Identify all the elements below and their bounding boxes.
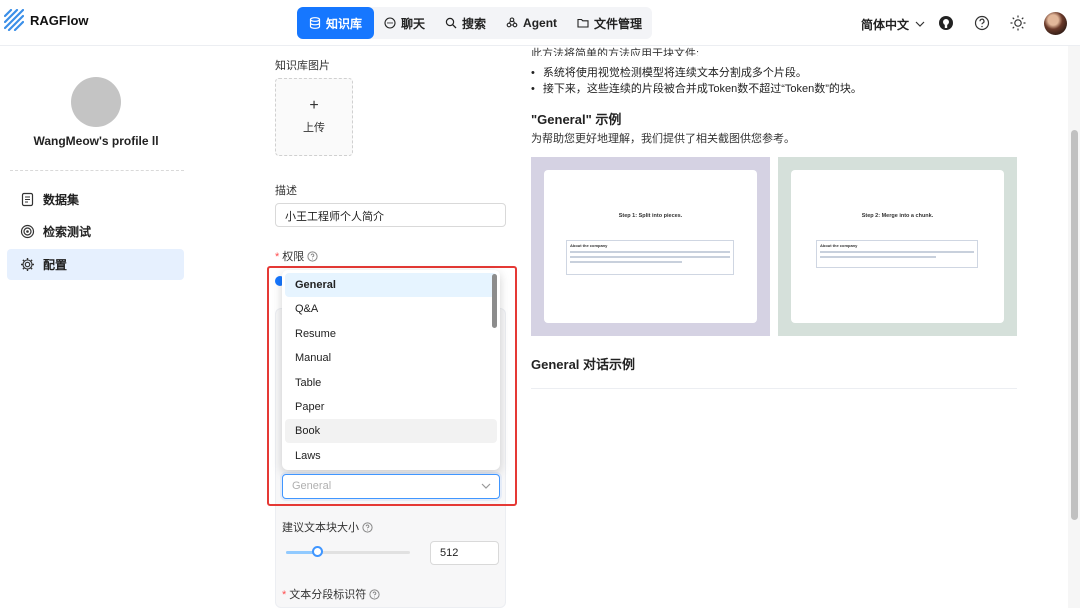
help-icon (369, 589, 380, 600)
dropdown-option-manual[interactable]: Manual (285, 346, 497, 370)
bullet-item: 接下来，这些连续的片段被合并成Token数不超过“Token数”的块。 (531, 80, 862, 96)
nav-file-management[interactable]: 文件管理 (567, 7, 652, 39)
dropdown-option-book[interactable]: Book (285, 419, 497, 444)
example-image-2[interactable]: Step 2: Merge into a chunk. About the co… (778, 157, 1017, 336)
upload-button[interactable]: + 上传 (275, 78, 353, 156)
database-icon (309, 17, 321, 29)
chunk-size-slider-track[interactable] (286, 551, 410, 554)
folder-icon (577, 18, 589, 28)
top-header: RAGFlow 知识库 聊天 搜索 Agent 文件管理 简体中文 (0, 0, 1080, 46)
chevron-down-icon (481, 483, 491, 489)
example-image-1[interactable]: Step 1: Split into pieces. About the com… (531, 157, 770, 336)
ragflow-logo-icon[interactable] (4, 9, 24, 31)
example-text-box: About the company (566, 240, 734, 275)
example-step-title: Step 1: Split into pieces. (618, 213, 683, 219)
page-scrollbar-thumb[interactable] (1071, 130, 1078, 520)
sidebar: WangMeow's profile ll 数据集 检索测试 配置 (0, 46, 192, 608)
language-selector[interactable]: 简体中文 (861, 16, 925, 33)
example-image-content: Step 2: Merge into a chunk. About the co… (791, 170, 1004, 323)
description-label: 描述 (275, 185, 297, 197)
chunk-size-label: 建议文本块大小 (282, 519, 373, 535)
sun-icon[interactable] (1009, 14, 1027, 32)
nav-agent[interactable]: Agent (496, 7, 567, 39)
dropdown-option-general[interactable]: General (285, 273, 497, 297)
example-subtitle: 为帮助您更好地理解，我们提供了相关截图供您参考。 (531, 133, 795, 145)
file-text-icon (21, 192, 34, 207)
example-image-content: Step 1: Split into pieces. About the com… (544, 170, 757, 323)
sidebar-divider (10, 170, 184, 171)
nav-search[interactable]: 搜索 (435, 7, 496, 39)
permission-label: * 权限 (275, 248, 318, 264)
help-icon (307, 251, 318, 262)
dropdown-option-qa[interactable]: Q&A (285, 297, 497, 321)
chunk-method-dropdown[interactable]: General Q&A Resume Manual Table Paper Bo… (282, 270, 500, 470)
target-icon (20, 224, 35, 239)
nav-knowledge-base[interactable]: 知识库 (297, 7, 375, 39)
gear-icon (21, 258, 34, 271)
bullet-item: 系统将使用视觉检测模型将连续文本分割成多个片段。 (531, 64, 807, 80)
description-input[interactable]: 小王工程师个人简介 (275, 203, 506, 227)
help-icon[interactable] (973, 14, 991, 32)
delimiter-label: * 文本分段标识符 (282, 586, 380, 602)
dropdown-option-table[interactable]: Table (285, 371, 497, 395)
chat-icon (384, 17, 396, 29)
github-icon[interactable] (937, 14, 955, 32)
dropdown-option-laws[interactable]: Laws (285, 444, 497, 468)
dropdown-scrollbar[interactable] (492, 274, 497, 328)
nav-chat[interactable]: 聊天 (374, 7, 435, 39)
chunk-method-select[interactable]: General (282, 474, 500, 499)
user-avatar[interactable] (1044, 12, 1067, 35)
main-nav: 知识库 聊天 搜索 Agent 文件管理 (297, 7, 653, 39)
chevron-down-icon (915, 21, 925, 27)
app-name[interactable]: RAGFlow (30, 13, 89, 28)
search-icon (445, 17, 457, 29)
image-label: 知识库图片 (275, 60, 330, 72)
method-description-cut: 此方法将简单的方法应用于块文件: (531, 48, 700, 56)
sidebar-item-dataset[interactable]: 数据集 (7, 184, 184, 215)
section-divider (531, 388, 1017, 389)
example-title: "General" 示例 (531, 112, 622, 127)
agent-icon (506, 17, 518, 28)
example-text-box: About the company (816, 240, 978, 268)
plus-icon: + (309, 97, 319, 114)
upload-text: 上传 (303, 122, 325, 134)
help-icon (362, 522, 373, 533)
example-step-title: Step 2: Merge into a chunk. (861, 213, 934, 219)
knowledge-base-name: WangMeow's profile ll (33, 134, 159, 148)
dropdown-option-resume[interactable]: Resume (285, 322, 497, 346)
sidebar-item-configuration[interactable]: 配置 (7, 249, 184, 280)
dropdown-option-paper[interactable]: Paper (285, 395, 497, 419)
knowledge-base-avatar (71, 77, 121, 127)
chunk-size-slider-handle[interactable] (312, 546, 323, 557)
sidebar-item-retrieval-test[interactable]: 检索测试 (7, 216, 184, 247)
dialog-example-title: General 对话示例 (531, 357, 636, 372)
chunk-size-input[interactable]: 512 (430, 541, 499, 565)
